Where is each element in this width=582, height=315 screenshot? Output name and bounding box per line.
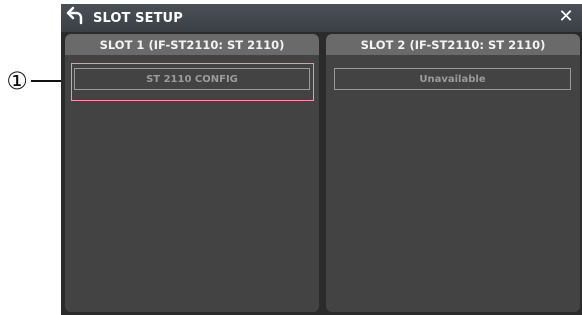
back-button[interactable] [65,6,85,28]
st2110-config-button[interactable]: ST 2110 CONFIG [74,68,310,90]
close-button[interactable]: ✕ [555,5,577,29]
unavailable-status: Unavailable [334,68,571,90]
slot-2-panel: SLOT 2 (IF-ST2110: ST 2110) Unavailable [326,34,580,312]
close-icon: ✕ [558,6,574,27]
slot-1-panel: SLOT 1 (IF-ST2110: ST 2110) ST 2110 CONF… [65,34,319,312]
title-bar: SLOT SETUP ✕ [61,4,582,32]
callout-marker: ① [6,67,28,95]
back-arrow-icon [66,5,84,29]
slot-1-header: SLOT 1 (IF-ST2110: ST 2110) [65,34,319,55]
slot-2-header: SLOT 2 (IF-ST2110: ST 2110) [326,34,580,55]
slot-setup-window: SLOT SETUP ✕ SLOT 1 (IF-ST2110: ST 2110)… [61,4,582,315]
page-title: SLOT SETUP [93,11,183,26]
